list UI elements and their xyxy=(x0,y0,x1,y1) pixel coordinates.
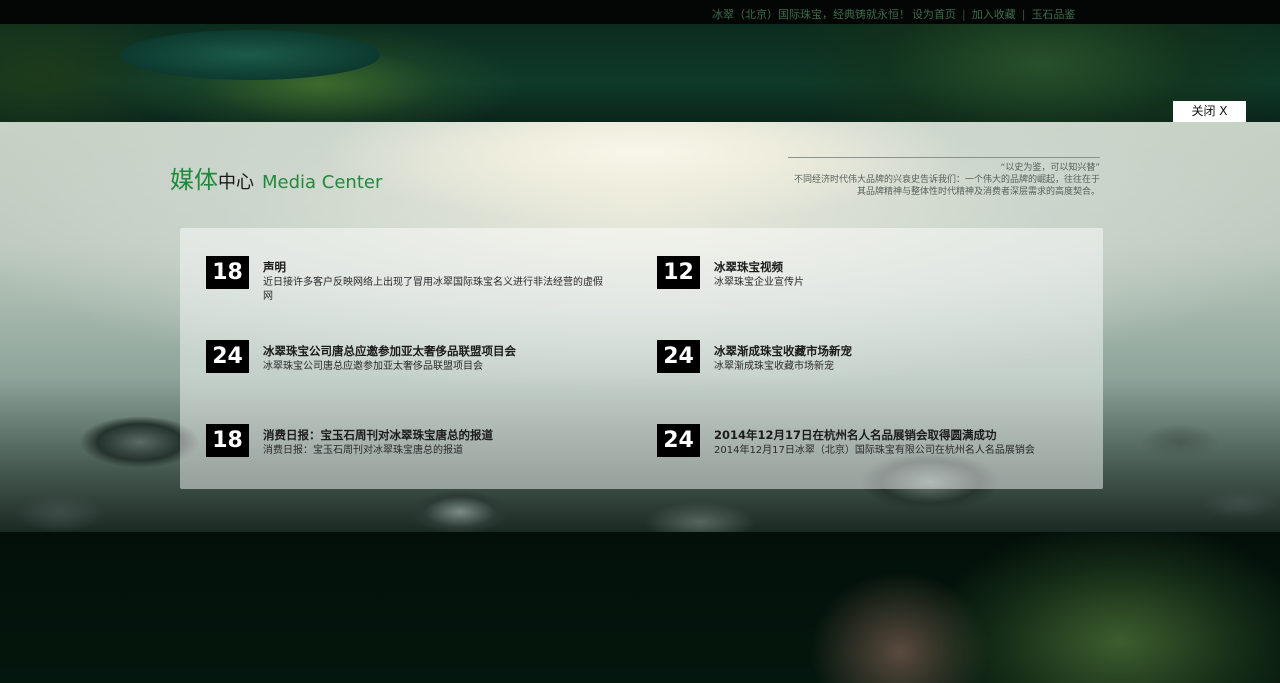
news-item[interactable]: 24 2014年12月17日在杭州名人名品展销会取得圆满成功 2014年12月1… xyxy=(657,424,1057,484)
link-separator: | xyxy=(1021,8,1026,21)
news-title[interactable]: 消费日报：宝玉石周刊对冰翠珠宝唐总的报道 xyxy=(263,427,613,443)
news-item[interactable]: 18 声明 近日接许多客户反映网络上出现了冒用冰翠国际珠宝名义进行非法经营的虚假… xyxy=(206,256,606,316)
news-desc: 2014年12月17日冰翠（北京）国际珠宝有限公司在杭州名人名品展销会 xyxy=(714,445,1035,456)
date-badge: 24 xyxy=(657,424,700,457)
title-green: 媒体 xyxy=(170,166,218,194)
title-english: Media Center xyxy=(262,172,383,193)
quote-line: 其品牌精神与整体性时代精神及消费者深层需求的高度契合。 xyxy=(856,187,1100,197)
news-title[interactable]: 冰翠珠宝视频 xyxy=(714,259,1064,275)
news-item[interactable]: 24 冰翠珠宝公司唐总应邀参加亚太奢侈品联盟项目会 冰翠珠宝公司唐总应邀参加亚太… xyxy=(206,340,606,400)
title-black: 中心 xyxy=(218,172,254,193)
site-tagline: 冰翠（北京）国际珠宝，经典铸就永恒！ xyxy=(712,8,910,21)
news-title[interactable]: 2014年12月17日在杭州名人名品展销会取得圆满成功 xyxy=(714,427,1064,443)
date-badge: 24 xyxy=(206,340,249,373)
set-homepage-link[interactable]: 设为首页 xyxy=(912,8,956,21)
news-item[interactable]: 18 消费日报：宝玉石周刊对冰翠珠宝唐总的报道 消费日报：宝玉石周刊对冰翠珠宝唐… xyxy=(206,424,606,484)
bottom-landscape xyxy=(0,532,1280,683)
quote-line: “以史为鉴，可以知兴替” xyxy=(1000,163,1100,173)
add-favorite-link[interactable]: 加入收藏 xyxy=(972,8,1016,21)
news-title[interactable]: 冰翠珠宝公司唐总应邀参加亚太奢侈品联盟项目会 xyxy=(263,343,613,359)
news-title[interactable]: 冰翠渐成珠宝收藏市场新宠 xyxy=(714,343,1064,359)
date-badge: 18 xyxy=(206,256,249,289)
top-links: 设为首页 | 加入收藏 | 玉石品鉴 xyxy=(912,6,1075,22)
date-badge: 12 xyxy=(657,256,700,289)
jade-appraisal-link[interactable]: 玉石品鉴 xyxy=(1031,8,1075,21)
hero-lake-decor xyxy=(120,30,380,80)
news-desc: 消费日报：宝玉石周刊对冰翠珠宝唐总的报道 xyxy=(263,445,463,456)
hero-banner xyxy=(0,24,1280,123)
news-list: 18 声明 近日接许多客户反映网络上出现了冒用冰翠国际珠宝名义进行非法经营的虚假… xyxy=(180,228,1103,489)
date-badge: 24 xyxy=(657,340,700,373)
news-item[interactable]: 12 冰翠珠宝视频 冰翠珠宝企业宣传片 xyxy=(657,256,1057,316)
news-desc: 冰翠渐成珠宝收藏市场新宠 xyxy=(714,361,834,372)
brand-quote: “以史为鉴，可以知兴替” 不同经济时代伟大品牌的兴衰史告诉我们：一个伟大的品牌的… xyxy=(788,157,1100,198)
close-button[interactable]: 关闭 X xyxy=(1173,101,1246,122)
section-title: 媒体中心 Media Center xyxy=(170,160,382,195)
news-desc: 冰翠珠宝公司唐总应邀参加亚太奢侈品联盟项目会 xyxy=(263,361,483,372)
top-bar: 冰翠（北京）国际珠宝，经典铸就永恒！ 设为首页 | 加入收藏 | 玉石品鉴 xyxy=(0,0,1280,24)
quote-line: 不同经济时代伟大品牌的兴衰史告诉我们：一个伟大的品牌的崛起，往往在于 xyxy=(793,175,1100,185)
link-separator: | xyxy=(962,8,966,21)
date-badge: 18 xyxy=(206,424,249,457)
news-desc: 冰翠珠宝企业宣传片 xyxy=(714,277,804,288)
news-item[interactable]: 24 冰翠渐成珠宝收藏市场新宠 冰翠渐成珠宝收藏市场新宠 xyxy=(657,340,1057,400)
news-desc: 近日接许多客户反映网络上出现了冒用冰翠国际珠宝名义进行非法经营的虚假网 xyxy=(263,277,603,302)
news-title[interactable]: 声明 xyxy=(263,259,613,275)
